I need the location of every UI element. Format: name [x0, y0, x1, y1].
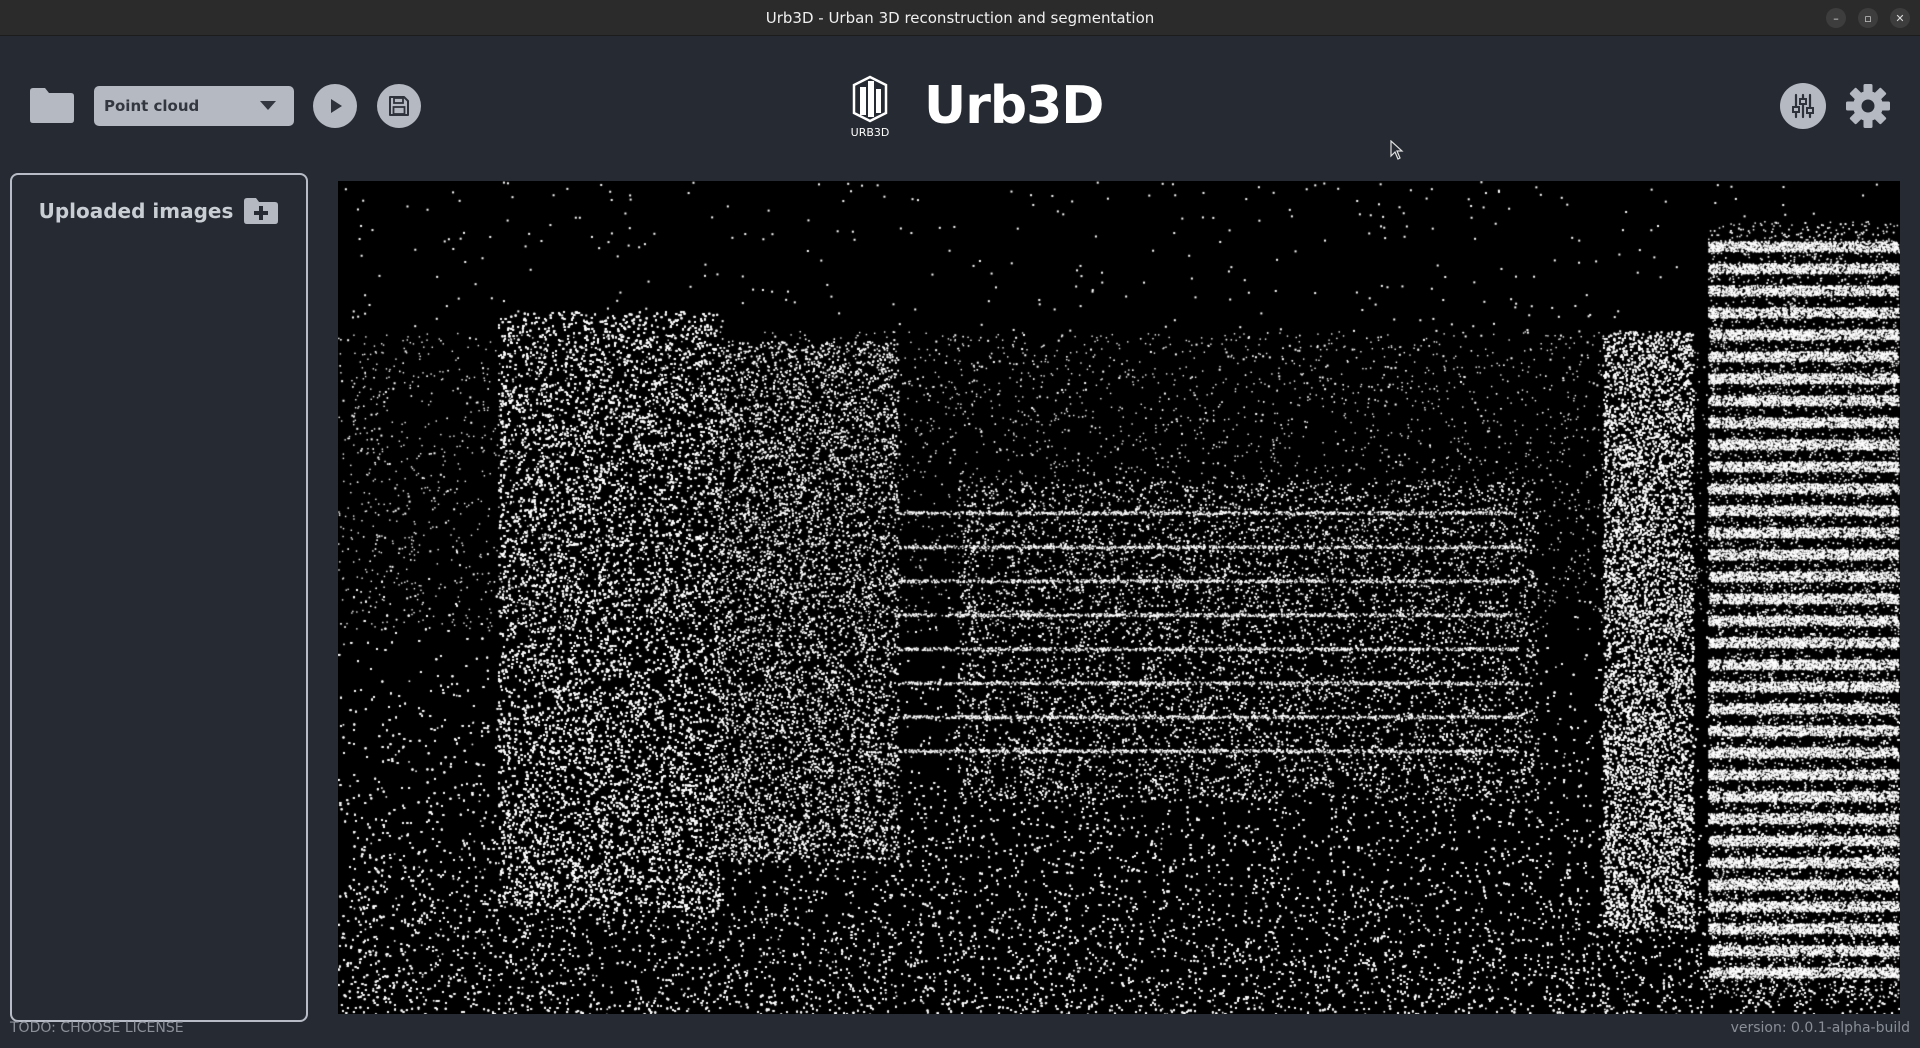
urb3d-logo-icon: URB3D: [851, 75, 890, 139]
folder-icon: [30, 88, 74, 123]
app-name: Urb3D: [924, 76, 1104, 136]
play-icon: [331, 99, 342, 113]
license-text: TODO: CHOOSE LICENSE: [10, 1020, 184, 1036]
logo-text: URB3D: [851, 126, 890, 139]
sliders-icon: [1792, 93, 1814, 119]
point-cloud-viewport[interactable]: [338, 181, 1900, 1014]
toolbar: Point cloud URB3D Urb3D: [0, 37, 1920, 171]
point-cloud-canvas[interactable]: [338, 181, 1900, 1014]
view-mode-selected: Point cloud: [104, 97, 200, 115]
save-icon: [389, 96, 409, 116]
brand: URB3D Urb3D: [842, 73, 1104, 139]
panel-title: Uploaded images: [38, 199, 234, 223]
add-folder-icon[interactable]: [243, 197, 279, 225]
chevron-down-icon: [260, 101, 276, 110]
window-controls: – ▫ ✕: [1826, 8, 1910, 28]
panel-header: Uploaded images: [12, 197, 306, 225]
view-mode-dropdown[interactable]: Point cloud: [94, 86, 294, 126]
run-button[interactable]: [313, 84, 357, 128]
window-titlebar: Urb3D - Urban 3D reconstruction and segm…: [0, 0, 1920, 36]
mouse-cursor-icon: [1390, 140, 1404, 160]
parameters-button[interactable]: [1780, 83, 1826, 129]
close-button[interactable]: ✕: [1890, 8, 1910, 28]
save-button[interactable]: [377, 84, 421, 128]
minimize-button[interactable]: –: [1826, 8, 1846, 28]
version-text: version: 0.0.1-alpha-build: [1730, 1020, 1910, 1036]
window-title: Urb3D - Urban 3D reconstruction and segm…: [765, 8, 1155, 27]
open-folder-button[interactable]: [28, 85, 76, 125]
maximize-button[interactable]: ▫: [1858, 8, 1878, 28]
gear-icon: [1846, 84, 1890, 128]
uploaded-images-panel: Uploaded images: [10, 173, 308, 1022]
settings-button[interactable]: [1844, 82, 1892, 130]
